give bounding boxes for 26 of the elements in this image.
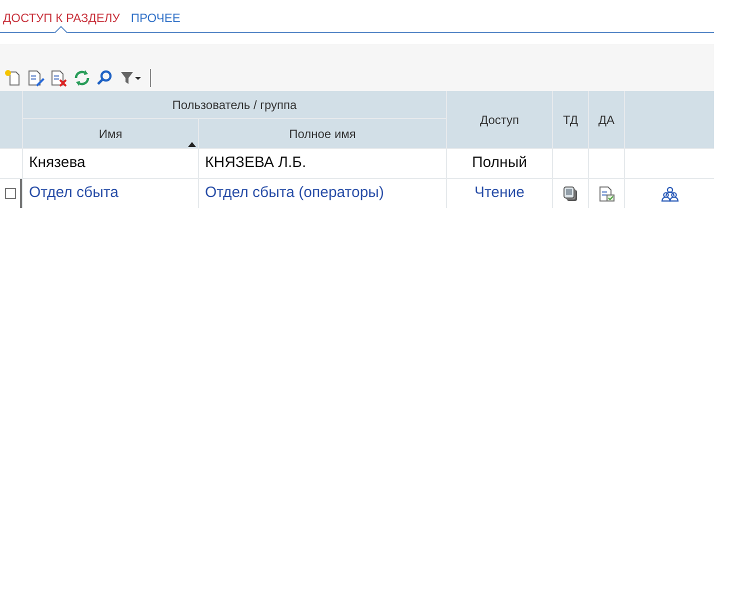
filter-dropdown-icon[interactable] — [119, 69, 143, 87]
search-icon[interactable] — [96, 69, 114, 87]
column-header[interactable]: Доступ — [447, 91, 552, 148]
table-cell: Отдел сбыта (операторы) — [199, 179, 446, 208]
sort-ascending-icon — [188, 142, 196, 147]
refresh-icon[interactable] — [73, 69, 91, 87]
row-checkbox[interactable] — [4, 188, 16, 199]
column-header[interactable]: ДА — [589, 91, 624, 148]
table-cell: Чтение — [447, 179, 552, 208]
column-header[interactable]: Имя — [23, 119, 198, 148]
table-cell: Отдел сбыта — [23, 179, 198, 208]
table-cell: Полный — [447, 149, 552, 178]
edit-document-icon[interactable] — [27, 69, 45, 87]
document-check-icon — [598, 186, 614, 202]
tab[interactable]: ПРОЧЕЕ — [128, 2, 184, 32]
delete-document-icon[interactable] — [50, 69, 68, 87]
column-header[interactable]: Полное имя — [199, 119, 446, 148]
tab[interactable]: ДОСТУП К РАЗДЕЛУ — [0, 2, 123, 32]
column-group-header: Пользователь / группа — [23, 91, 446, 118]
table-cell: КНЯЗЕВА Л.Б. — [199, 149, 446, 178]
column-header[interactable]: ТД — [553, 91, 588, 148]
row-header-cell — [0, 91, 22, 148]
users-group-icon[interactable] — [660, 186, 678, 202]
table-cell: Князева — [23, 149, 198, 178]
new-document-icon[interactable] — [4, 69, 22, 87]
documents-stack-icon — [562, 186, 578, 202]
